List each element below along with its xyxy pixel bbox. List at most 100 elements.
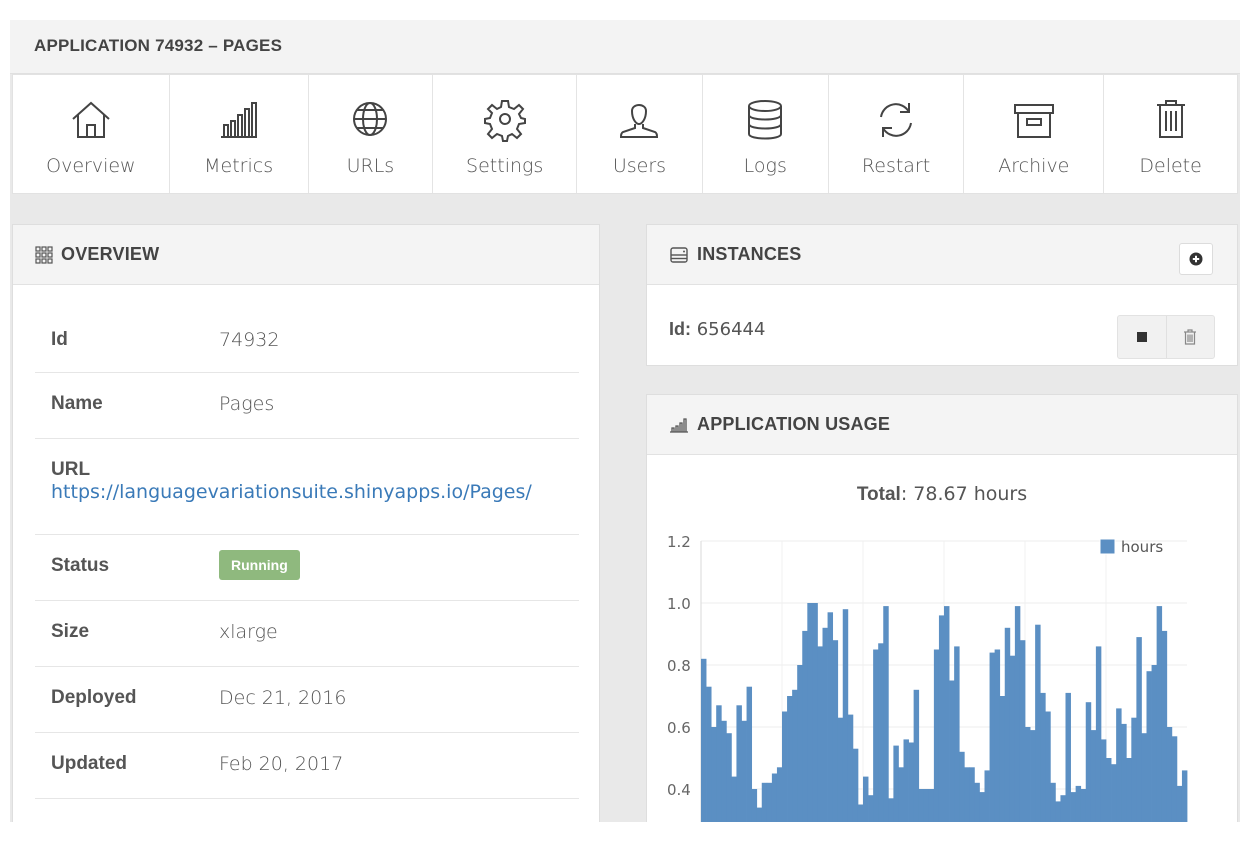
chart-bar (979, 792, 985, 822)
tab-users[interactable]: Users (577, 75, 703, 193)
chart-bar (1090, 730, 1097, 822)
app-url-link[interactable]: https://languagevariationsuite.shinyapps… (51, 481, 532, 503)
archive-box-icon (1013, 104, 1054, 138)
chart-bar (827, 612, 834, 822)
chart-bar (1035, 624, 1041, 822)
overview-header: OVERVIEW (13, 225, 599, 285)
tab-label: Delete (1139, 155, 1202, 177)
chart-bar (933, 649, 940, 822)
trash-icon (1156, 100, 1185, 138)
tab-urls[interactable]: URLs (309, 75, 434, 193)
overview-title: OVERVIEW (61, 244, 160, 264)
tab-metrics[interactable]: Metrics (170, 75, 309, 193)
row-size: Size xlarge (35, 601, 579, 667)
globe-icon (353, 102, 388, 136)
delete-instance-button[interactable] (1167, 316, 1215, 358)
total-label: Total (856, 484, 901, 505)
chart-bar (1004, 627, 1011, 822)
chart-bar (903, 739, 909, 822)
chart-bar (1111, 764, 1117, 822)
chart-bar (1040, 692, 1046, 822)
chart-bar (1100, 739, 1107, 822)
home-icon (72, 101, 110, 138)
legend-swatch (1099, 538, 1116, 555)
y-tick-label: 1.2 (667, 533, 691, 551)
instances-panel: INSTANCES Id: 656444 (646, 224, 1238, 366)
chart-bar (782, 711, 788, 822)
restart-button[interactable]: Restart (829, 75, 965, 193)
tab-label: Overview (46, 155, 136, 177)
field-label: Updated (51, 753, 127, 774)
tab-logs[interactable]: Logs (703, 75, 829, 193)
delete-button[interactable]: Delete (1104, 75, 1237, 193)
tab-overview[interactable]: Overview (13, 75, 170, 193)
chart-bar (746, 686, 753, 822)
chart-bar (883, 606, 889, 822)
page-title: APPLICATION 74932 – PAGES (34, 36, 283, 55)
tab-label: Metrics (204, 155, 274, 177)
chart-bar (1014, 606, 1021, 822)
chart-bar (1030, 730, 1036, 822)
usage-title: APPLICATION USAGE (697, 414, 891, 434)
chart-bar (1095, 646, 1102, 822)
chart-bar (1166, 727, 1173, 822)
field-value: xlarge (219, 621, 278, 643)
chart-bar (857, 804, 864, 822)
total-value: : 78.67 hours (900, 483, 1028, 505)
chart-bar (736, 705, 742, 822)
grid-icon (35, 245, 53, 264)
refresh-icon (880, 103, 913, 137)
y-tick-label: 0.6 (667, 719, 691, 737)
instances-title: INSTANCES (697, 244, 802, 264)
chart-bar (1131, 717, 1137, 822)
chart-bar (923, 789, 930, 822)
chart-bar (863, 776, 869, 822)
usage-header: APPLICATION USAGE (647, 395, 1237, 455)
tab-label: URLs (346, 155, 395, 177)
instances-header: INSTANCES (647, 225, 1237, 285)
field-value: Pages (219, 393, 275, 415)
chart-bar (868, 795, 874, 822)
chart-bar (1075, 785, 1082, 822)
chart-bar (1171, 736, 1178, 822)
chart-bar (1126, 758, 1132, 822)
tab-label: Restart (861, 155, 931, 177)
chart-bar (787, 696, 793, 822)
stop-instance-button[interactable] (1118, 316, 1167, 358)
chart-bar (878, 643, 884, 822)
chart-bar (938, 615, 945, 822)
chart-bar (1025, 727, 1031, 822)
instance-id-value: 656444 (696, 319, 766, 340)
stop-icon (1136, 332, 1147, 342)
chart-bar (969, 767, 975, 822)
usage-panel: APPLICATION USAGE Total: 78.67 hours 1.2… (646, 394, 1238, 822)
chart-bar (822, 627, 828, 822)
field-label: URL (51, 459, 91, 480)
chart-bar (954, 646, 960, 822)
chart-bar (1161, 630, 1168, 822)
chart-bar (1121, 723, 1127, 822)
chart-bar (817, 646, 823, 822)
database-icon (748, 100, 783, 140)
chart-bar (1055, 801, 1061, 822)
archive-button[interactable]: Archive (964, 75, 1105, 193)
chart-bar (756, 807, 763, 822)
chart-bar (716, 705, 722, 822)
chart-bar (842, 609, 849, 822)
tab-label: Settings (466, 155, 544, 177)
chart-bar (944, 606, 950, 822)
chart-bar (898, 767, 904, 822)
chart-bar (1085, 702, 1092, 822)
y-tick-label: 1.0 (667, 595, 691, 613)
chart-bar (771, 773, 778, 822)
chart-bar (918, 789, 925, 822)
chart-bar (807, 603, 813, 822)
chart-bar (847, 714, 854, 822)
chart-bar (994, 649, 1001, 822)
chart-bar (792, 689, 798, 822)
chart-bar (1065, 692, 1071, 822)
bar-chart-icon (670, 417, 688, 433)
tab-settings[interactable]: Settings (433, 75, 578, 193)
add-instance-button[interactable] (1179, 243, 1213, 275)
chart-bar (802, 630, 808, 822)
